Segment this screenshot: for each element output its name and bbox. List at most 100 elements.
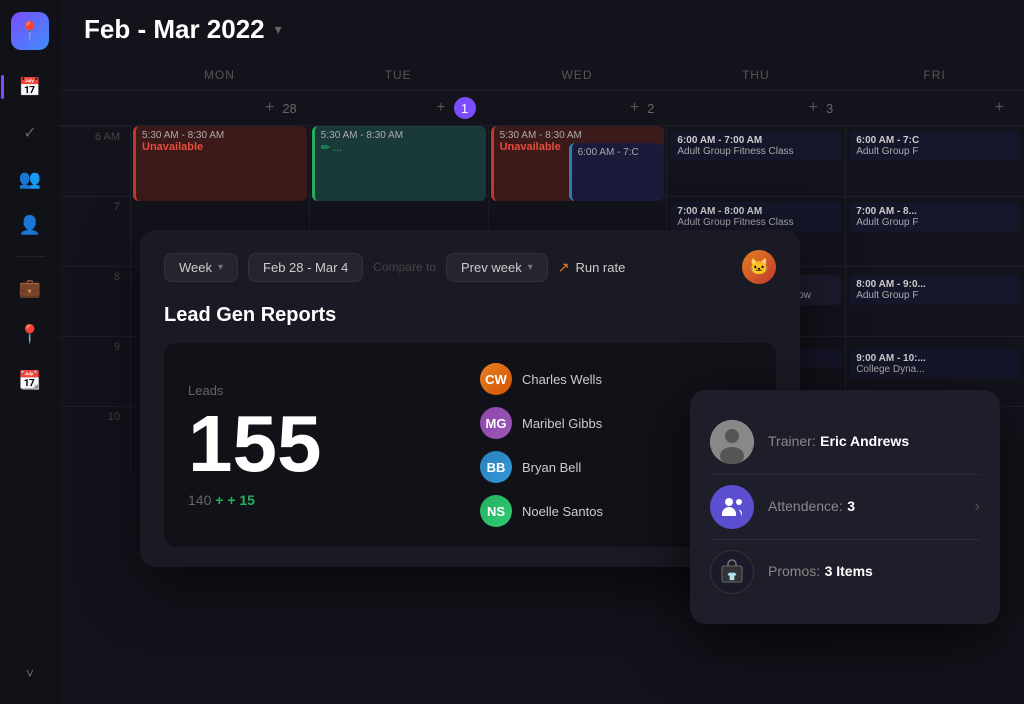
- fri-event1-title: Adult Group F: [856, 146, 1014, 157]
- sidebar-item-users[interactable]: 👥: [11, 160, 49, 198]
- leads-plus: +: [215, 492, 227, 508]
- mon-event-unavailable[interactable]: 5:30 AM - 8:30 AM Unavailable: [133, 126, 307, 201]
- avatar-icon: 🐱: [749, 257, 769, 277]
- lead-avatar-2: MG: [480, 407, 512, 439]
- add-thu-btn[interactable]: +: [809, 99, 818, 117]
- title-chevron-icon[interactable]: ▾: [275, 21, 282, 38]
- day-header-fri: FRI: [845, 60, 1024, 90]
- day-header-mon: MON: [130, 60, 309, 90]
- trainer-avatar: [710, 420, 754, 464]
- promos-value: 3 Items: [825, 563, 873, 579]
- day-headers: MON TUE WED THU FRI: [60, 60, 1024, 91]
- promos-label: Promos:: [768, 563, 820, 579]
- add-mon-btn[interactable]: +: [265, 99, 274, 117]
- sidebar-more[interactable]: ˅: [11, 654, 49, 692]
- day-num-mon[interactable]: + 28: [130, 91, 309, 125]
- tue-event-1[interactable]: 5:30 AM - 8:30 AM ✏ ...: [312, 126, 486, 201]
- wed-event-2[interactable]: 6:00 AM - 7:C: [569, 143, 665, 201]
- session-popup: Trainer: Eric Andrews Attendence: 3 ›: [690, 390, 1000, 624]
- fri-event-1[interactable]: 6:00 AM - 7:C Adult Group F: [850, 131, 1020, 161]
- trainer-label: Trainer:: [768, 433, 816, 449]
- trainer-info: Trainer: Eric Andrews: [768, 433, 909, 451]
- time-column: 6 AM 7 8 9 10: [60, 126, 130, 476]
- thu-event2-title: Adult Group Fitness Class: [677, 217, 835, 228]
- sidebar-item-calendar[interactable]: 📅: [11, 68, 49, 106]
- day-num-thu[interactable]: + 3: [666, 91, 845, 125]
- tue-event-dots: ✏ ...: [321, 141, 480, 154]
- header: Feb - Mar 2022 ▾: [60, 0, 1024, 59]
- leads-sub: 140 + + 15: [188, 492, 460, 508]
- day-num-wed[interactable]: + 2: [488, 91, 667, 125]
- thu-event-2[interactable]: 7:00 AM - 8:00 AM Adult Group Fitness Cl…: [671, 202, 841, 232]
- attendence-row[interactable]: Attendence: 3 ›: [710, 475, 980, 540]
- week-chevron-icon: ▾: [218, 262, 223, 273]
- user-avatar-btn[interactable]: 🐱: [742, 250, 776, 284]
- week-label: Week: [179, 260, 212, 275]
- prev-week-label: Prev week: [461, 260, 522, 275]
- run-rate-icon: ↗: [558, 259, 570, 276]
- thu-event2-time: 7:00 AM - 8:00 AM: [677, 206, 835, 217]
- person-icon: 👤: [19, 215, 41, 236]
- calendar2-icon: 📆: [19, 370, 41, 391]
- app-logo[interactable]: 📍: [11, 12, 49, 50]
- fri-event-4[interactable]: 9:00 AM - 10:... College Dyna...: [850, 349, 1020, 379]
- thu-event-1[interactable]: 6:00 AM - 7:00 AM Adult Group Fitness Cl…: [671, 131, 841, 161]
- thu-date: 3: [826, 101, 833, 116]
- wed-date: 2: [647, 101, 654, 116]
- sidebar: 📍 📅 ✓ 👥 👤 💼 📍 📆 ˅: [0, 0, 60, 704]
- sidebar-item-person[interactable]: 👤: [11, 206, 49, 244]
- time-6am: 6 AM: [60, 126, 130, 196]
- fri-event2-title: Adult Group F: [856, 217, 1014, 228]
- add-tue-btn[interactable]: +: [436, 99, 445, 117]
- calendar-icon: 📅: [19, 77, 41, 98]
- promo-icon: 👕: [710, 550, 754, 594]
- lead-name-3: Bryan Bell: [522, 460, 581, 475]
- lead-name-4: Noelle Santos: [522, 504, 603, 519]
- attendence-arrow-icon[interactable]: ›: [975, 498, 980, 516]
- thu-event1-time: 6:00 AM - 7:00 AM: [677, 135, 835, 146]
- lead-gen-title: Lead Gen Reports: [164, 304, 776, 327]
- time-7am: 7: [60, 196, 130, 266]
- add-fri-btn[interactable]: +: [995, 99, 1004, 117]
- lead-avatar-4: NS: [480, 495, 512, 527]
- run-rate-btn[interactable]: ↗ Run rate: [558, 259, 626, 276]
- toolbar: Week ▾ Feb 28 - Mar 4 Compare to Prev we…: [164, 250, 776, 284]
- sidebar-item-bag[interactable]: 💼: [11, 269, 49, 307]
- page-title: Feb - Mar 2022: [84, 14, 265, 45]
- date-range-btn[interactable]: Feb 28 - Mar 4: [248, 253, 363, 282]
- wed-event2-time: 6:00 AM - 7:C: [578, 147, 659, 158]
- attendee-icon: [710, 485, 754, 529]
- sidebar-item-location[interactable]: 📍: [11, 315, 49, 353]
- sidebar-more-btn[interactable]: ˅: [11, 654, 49, 692]
- run-rate-label: Run rate: [575, 260, 625, 275]
- leads-left: Leads 155 140 + + 15: [188, 383, 460, 508]
- sidebar-item-calendar2[interactable]: 📆: [11, 361, 49, 399]
- users-icon: 👥: [19, 169, 41, 190]
- attendence-info: Attendence: 3: [768, 498, 855, 516]
- leads-label: Leads: [188, 383, 460, 398]
- promos-row[interactable]: 👕 Promos: 3 Items: [710, 540, 980, 604]
- week-selector-btn[interactable]: Week ▾: [164, 253, 238, 282]
- location-icon: 📍: [19, 324, 41, 345]
- day-num-tue[interactable]: + 1: [309, 91, 488, 125]
- mon-event-title: Unavailable: [142, 141, 301, 153]
- mon-event-time: 5:30 AM - 8:30 AM: [142, 130, 301, 141]
- svg-text:👕: 👕: [727, 572, 737, 581]
- day-numbers: + 28 + 1 + 2 + 3 +: [60, 91, 1024, 126]
- fri-event-2[interactable]: 7:00 AM - 8... Adult Group F: [850, 202, 1020, 232]
- tue-date: 1: [454, 97, 476, 119]
- add-wed-btn[interactable]: +: [630, 99, 639, 117]
- sidebar-item-check[interactable]: ✓: [11, 114, 49, 152]
- check-icon: ✓: [23, 123, 36, 143]
- time-number-cell: [60, 91, 130, 125]
- prev-week-btn[interactable]: Prev week ▾: [446, 253, 548, 282]
- lead-avatar-3: BB: [480, 451, 512, 483]
- promos-info: Promos: 3 Items: [768, 563, 873, 581]
- tue-event-time: 5:30 AM - 8:30 AM: [321, 130, 480, 141]
- date-range-label: Feb 28 - Mar 4: [263, 260, 348, 275]
- lead-name-2: Maribel Gibbs: [522, 416, 602, 431]
- wed-event-time: 5:30 AM - 8:30 AM: [500, 130, 659, 141]
- fri-event-3[interactable]: 8:00 AM - 9:0... Adult Group F: [850, 275, 1020, 305]
- day-num-fri[interactable]: +: [845, 91, 1024, 125]
- day-header-tue: TUE: [309, 60, 488, 90]
